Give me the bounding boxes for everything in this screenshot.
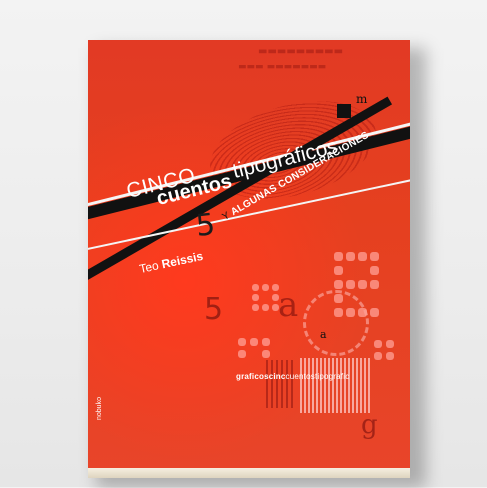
black-square bbox=[337, 104, 351, 118]
letter-m: m bbox=[356, 92, 368, 106]
dot bbox=[334, 294, 343, 303]
dot bbox=[272, 294, 279, 301]
ghost-text-decoration: ▬▬▬▬▬▬▬▬▬ bbox=[258, 46, 344, 57]
dot bbox=[252, 304, 259, 311]
big-letter-g: g bbox=[361, 410, 378, 440]
dot bbox=[334, 280, 343, 289]
barcode-stripes-dark bbox=[266, 360, 296, 408]
dot bbox=[358, 252, 367, 261]
promo-text-bold: cuentostipografic bbox=[285, 372, 350, 381]
book-cover: ▬▬▬▬▬▬▬▬▬ ▬▬▬ ▬▬▬▬▬▬▬ m CINCO cuentos ti… bbox=[88, 40, 410, 478]
letter-a: a bbox=[320, 328, 327, 341]
dot bbox=[370, 308, 379, 317]
dot bbox=[370, 252, 379, 261]
dot bbox=[370, 280, 379, 289]
dot bbox=[346, 252, 355, 261]
big-letter-a: a bbox=[278, 285, 299, 325]
dot bbox=[358, 280, 367, 289]
dot bbox=[238, 338, 246, 346]
dot bbox=[252, 284, 259, 291]
publisher-label: nobuko bbox=[96, 397, 103, 420]
dot bbox=[346, 308, 355, 317]
ghost-text-decoration: ▬▬▬ ▬▬▬▬▬▬▬ bbox=[238, 62, 327, 72]
number-five-shadow: 5 bbox=[204, 292, 224, 327]
dot bbox=[334, 266, 343, 275]
dot bbox=[374, 352, 382, 360]
dot bbox=[262, 284, 269, 291]
dot bbox=[252, 294, 259, 301]
dot bbox=[370, 266, 379, 275]
number-five: 5 bbox=[194, 207, 217, 244]
dot bbox=[250, 338, 258, 346]
barcode-stripes-light bbox=[300, 358, 372, 413]
dot bbox=[386, 340, 394, 348]
dot bbox=[346, 280, 355, 289]
dot bbox=[272, 304, 279, 311]
promo-text: graficoscinc bbox=[236, 372, 286, 381]
dot bbox=[334, 308, 343, 317]
dot bbox=[238, 350, 246, 358]
dot bbox=[386, 352, 394, 360]
dot bbox=[358, 308, 367, 317]
dot bbox=[334, 252, 343, 261]
dot bbox=[272, 284, 279, 291]
dot bbox=[262, 304, 269, 311]
dot bbox=[262, 338, 270, 346]
dot bbox=[262, 350, 270, 358]
book-page-edge bbox=[88, 468, 410, 478]
dot bbox=[374, 340, 382, 348]
promo-line: graficoscinccuentostipografic bbox=[236, 372, 349, 381]
